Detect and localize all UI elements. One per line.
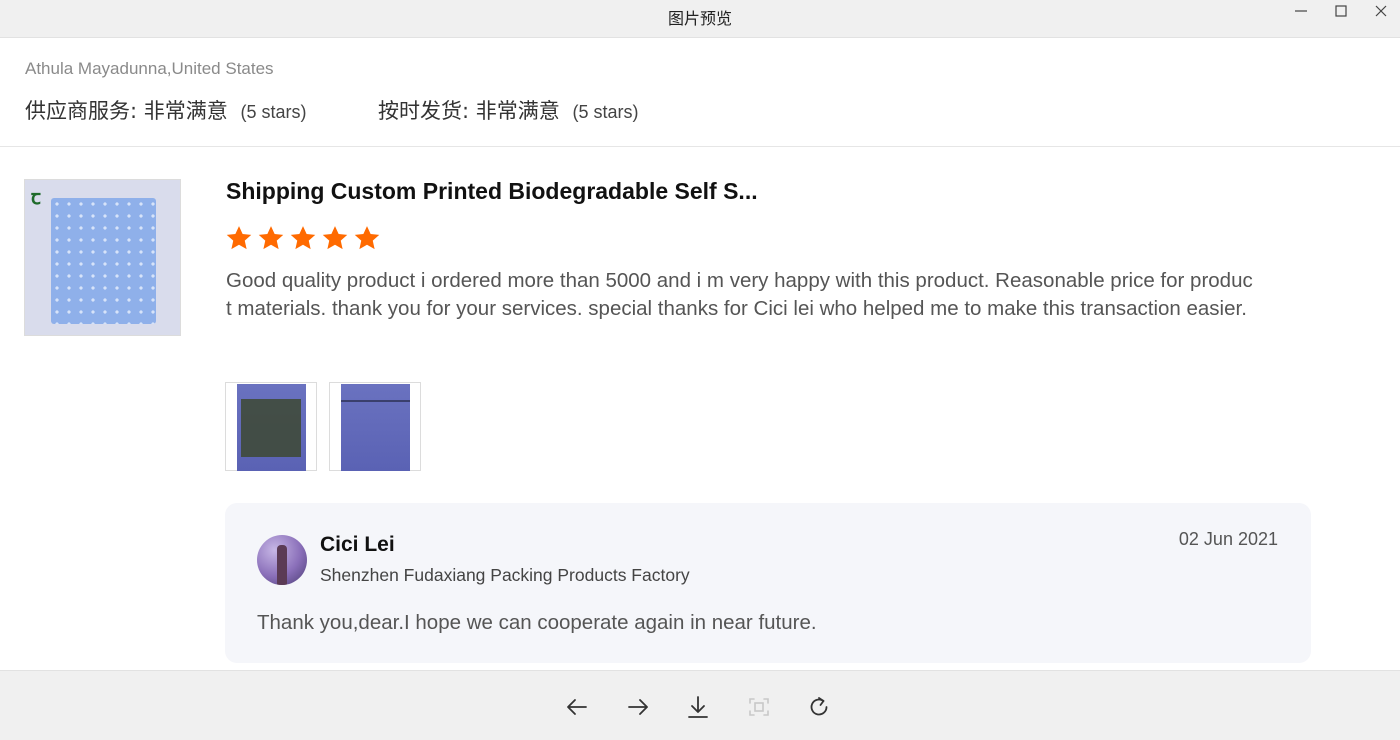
product-image[interactable]: ꞇ xyxy=(24,179,181,336)
arrow-left-icon xyxy=(567,699,587,715)
close-icon xyxy=(1375,5,1387,17)
maximize-icon xyxy=(1335,5,1347,17)
reply-date: 02 Jun 2021 xyxy=(1178,529,1278,549)
close-button[interactable] xyxy=(1361,0,1400,22)
rating-stars-text: (5 stars) xyxy=(572,102,639,122)
star-icon xyxy=(352,223,382,253)
rating-label: 供应商服务: xyxy=(25,99,138,123)
product-bag-picture xyxy=(51,198,156,324)
bottom-toolbar xyxy=(0,670,1400,740)
reply-author-name: Cici Lei xyxy=(320,533,395,556)
supplier-service-rating: 供应商服务: 非常满意 (5 stars) xyxy=(25,95,306,125)
reply-text: Thank you,dear.I hope we can cooperate a… xyxy=(257,611,817,634)
rating-stars-text: (5 stars) xyxy=(240,102,307,122)
review-photo-1[interactable] xyxy=(225,382,317,471)
divider xyxy=(0,146,1400,147)
window-title: 图片预览 xyxy=(667,9,732,28)
title-bar: 图片预览 xyxy=(0,0,1400,38)
rotate-button[interactable] xyxy=(806,694,832,720)
star-rating xyxy=(224,223,382,253)
rating-value: 非常满意 xyxy=(475,99,560,123)
brand-logo-icon: ꞇ xyxy=(31,187,41,209)
reviewer-info: Athula Mayadunna,United States xyxy=(25,59,274,78)
arrow-right-icon xyxy=(628,699,648,715)
maximize-button[interactable] xyxy=(1321,0,1361,22)
rating-value: 非常满意 xyxy=(143,99,228,123)
supplier-reply-card: Cici Lei Shenzhen Fudaxiang Packing Prod… xyxy=(225,503,1311,663)
next-button[interactable] xyxy=(625,694,651,720)
star-icon xyxy=(320,223,350,253)
avatar xyxy=(257,535,307,585)
review-photo-2[interactable] xyxy=(329,382,421,471)
reply-company: Shenzhen Fudaxiang Packing Products Fact… xyxy=(320,565,690,585)
fit-screen-button[interactable] xyxy=(746,694,772,720)
on-time-delivery-rating: 按时发货: 非常满意 (5 stars) xyxy=(378,95,638,125)
star-icon xyxy=(288,223,318,253)
minimize-icon xyxy=(1295,10,1307,12)
product-title[interactable]: Shipping Custom Printed Biodegradable Se… xyxy=(226,178,758,205)
review-text: Good quality product i ordered more than… xyxy=(226,269,1253,320)
star-icon xyxy=(224,223,254,253)
minimize-button[interactable] xyxy=(1281,0,1321,22)
rotate-icon xyxy=(810,697,828,716)
download-icon xyxy=(688,696,708,718)
rating-label: 按时发货: xyxy=(378,99,470,123)
previous-button[interactable] xyxy=(564,694,590,720)
star-icon xyxy=(256,223,286,253)
fit-screen-icon xyxy=(749,698,769,716)
download-button[interactable] xyxy=(685,694,711,720)
